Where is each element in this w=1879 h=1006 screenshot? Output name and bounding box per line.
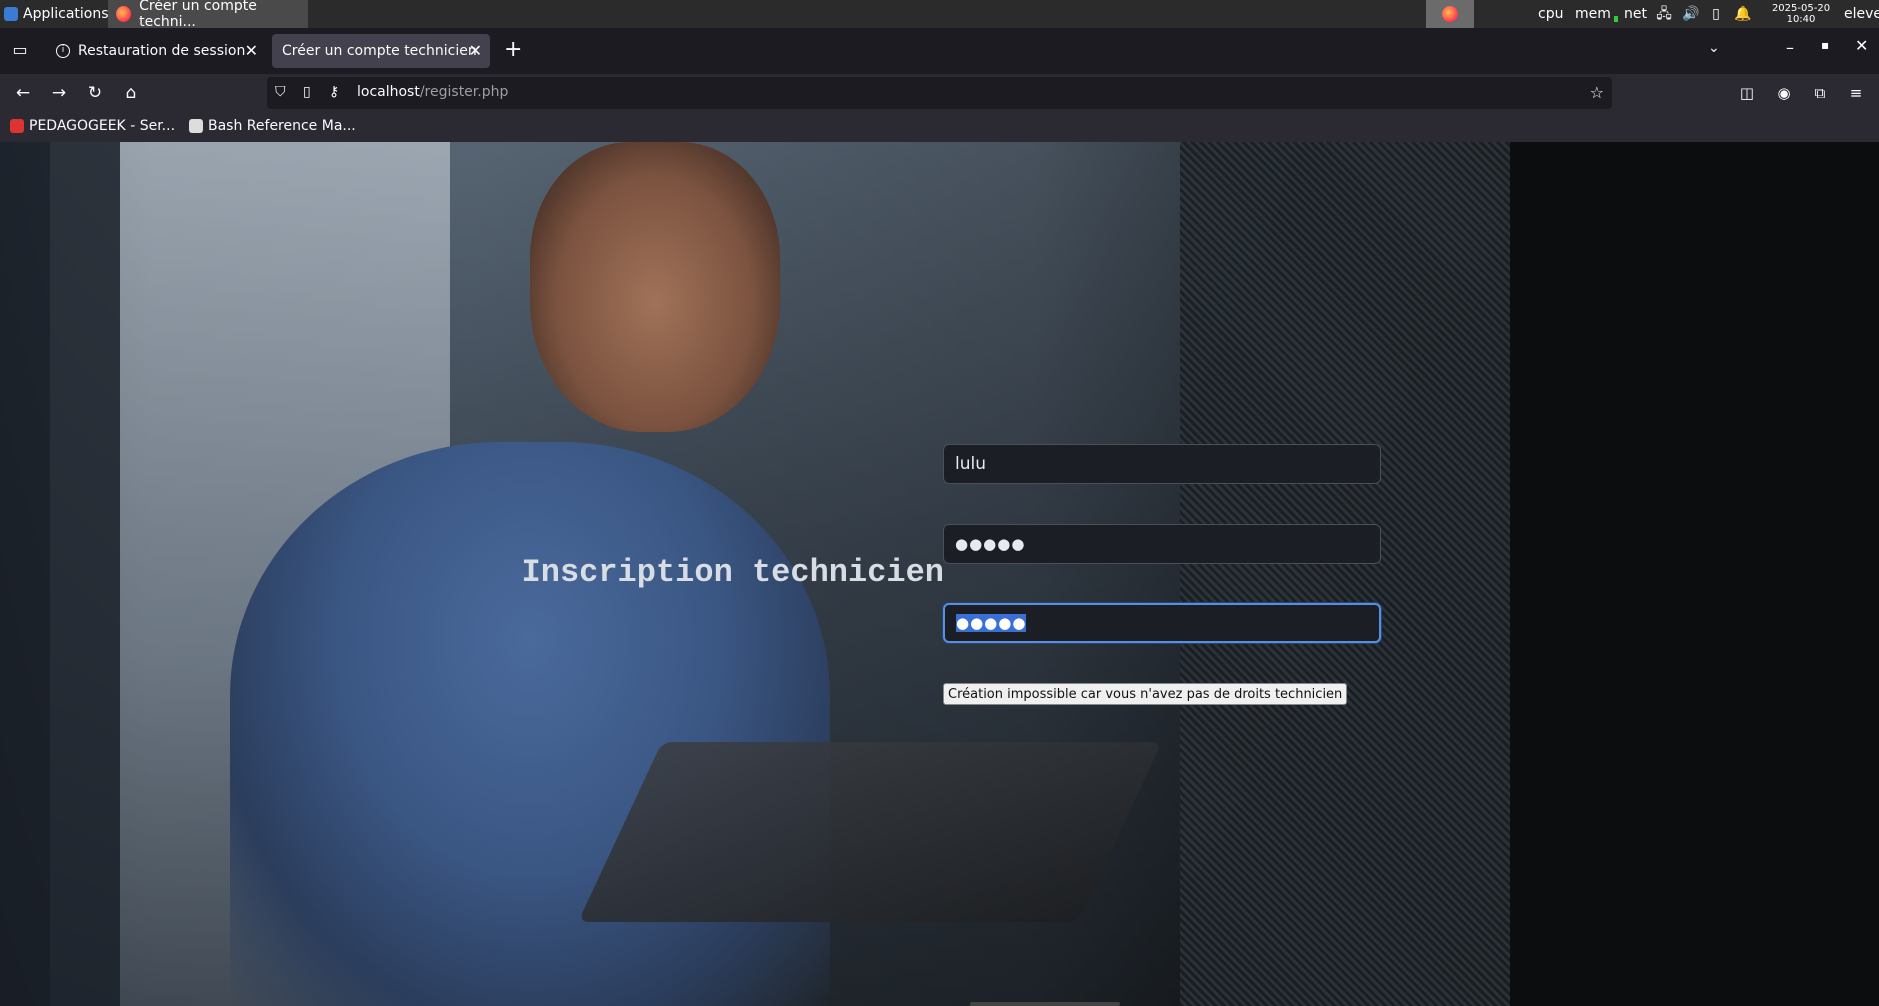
pedagogeek-favicon-icon [10, 119, 24, 133]
tab-restauration-session[interactable]: i Restauration de session ✕ [46, 34, 266, 68]
firefox-icon [116, 6, 132, 22]
account-icon[interactable]: ◉ [1773, 82, 1795, 104]
close-tab-icon[interactable]: ✕ [245, 41, 258, 61]
confirm-password-value: ●●●●● [956, 614, 1027, 632]
volume-icon[interactable]: 🔊 [1682, 6, 1699, 22]
home-icon[interactable]: ⌂ [120, 82, 142, 104]
bookmark-bash-reference[interactable]: Bash Reference Ma... [189, 118, 356, 134]
tab-creer-compte[interactable]: Créer un compte technicien ✕ [272, 34, 490, 68]
shield-icon[interactable]: ⛉ [275, 84, 286, 100]
close-tab-icon[interactable]: ✕ [469, 41, 482, 61]
mem-monitor[interactable]: mem [1575, 0, 1611, 28]
confirm-password-field[interactable]: ●●●●● [943, 603, 1381, 643]
register-page: Inscription technicien lulu ●●●●● ●●●●● … [0, 142, 1879, 1006]
bookmark-label: PEDAGOGEEK - Ser... [29, 118, 176, 134]
battery-icon[interactable]: ▯ [1708, 6, 1724, 22]
bookmark-star-icon[interactable]: ☆ [1590, 83, 1604, 102]
horizontal-scrollbar[interactable] [970, 1002, 1120, 1006]
menu-icon[interactable]: ≡ [1845, 82, 1867, 104]
user-menu[interactable]: eleve [1844, 0, 1879, 28]
bookmarks-toolbar: PEDAGOGEEK - Ser... Bash Reference Ma... [0, 112, 1879, 142]
url-text[interactable]: localhost/register.php [357, 84, 508, 100]
net-monitor[interactable]: net [1624, 0, 1647, 28]
url-host: localhost [357, 84, 420, 100]
new-tab-icon[interactable]: + [504, 38, 522, 62]
key-icon[interactable]: ⚷ [329, 84, 339, 100]
applications-menu[interactable]: Applications [0, 0, 109, 28]
cpu-monitor[interactable]: cpu [1538, 0, 1563, 28]
back-icon[interactable]: ← [12, 82, 34, 104]
reload-icon[interactable]: ↻ [84, 82, 106, 104]
minimize-icon[interactable]: – [1786, 38, 1794, 57]
xfce-logo-icon [4, 7, 18, 21]
taskbar-firefox-launcher[interactable] [1426, 0, 1474, 28]
extensions-icon[interactable]: ⧉ [1809, 82, 1831, 104]
background-photo [0, 142, 120, 1006]
username-field[interactable]: lulu [943, 444, 1381, 484]
browser-tab-bar: ▭ i Restauration de session ✕ Créer un c… [0, 28, 1879, 74]
tab-label: Restauration de session [78, 43, 246, 59]
firefox-view-icon[interactable]: ▭ [10, 40, 30, 60]
submit-button[interactable]: Création impossible car vous n'avez pas … [943, 683, 1348, 705]
password-field[interactable]: ●●●●● [943, 524, 1381, 564]
maximize-icon[interactable]: ▪ [1821, 38, 1829, 52]
bookmark-label: Bash Reference Ma... [208, 118, 356, 134]
forward-icon[interactable]: → [48, 82, 70, 104]
url-bar[interactable]: ⛉ ▯ ⚷ localhost/register.php ☆ [267, 77, 1612, 109]
bookmark-pedagogeek[interactable]: PEDAGOGEEK - Ser... [10, 118, 175, 134]
username-value: lulu [955, 454, 986, 474]
os-taskbar: Applications Créer un compte techni... c… [0, 0, 1879, 30]
password-value: ●●●●● [955, 535, 1026, 553]
background-photo [1180, 142, 1510, 1006]
page-icon[interactable]: ▯ [303, 84, 311, 100]
background-photo [578, 742, 1162, 922]
gnu-favicon-icon [189, 119, 203, 133]
clock-time: 10:40 [1786, 14, 1816, 25]
applications-label: Applications [23, 6, 109, 22]
page-title: Inscription technicien [521, 554, 944, 591]
mem-indicator [1614, 16, 1618, 22]
notification-bell-icon[interactable]: 🔔 [1734, 6, 1751, 22]
background-photo [1510, 142, 1879, 1006]
tab-label: Créer un compte technicien [282, 43, 477, 59]
url-path: /register.php [419, 84, 509, 100]
background-photo [530, 142, 780, 432]
close-window-icon[interactable]: ✕ [1855, 36, 1868, 55]
pocket-icon[interactable]: ◫ [1736, 82, 1758, 104]
clock[interactable]: 2025-05-20 10:40 [1768, 0, 1834, 28]
taskbar-window-button[interactable]: Créer un compte techni... [108, 0, 308, 30]
list-all-tabs-icon[interactable]: ⌄ [1708, 40, 1720, 56]
firefox-icon [1442, 6, 1458, 22]
clock-date: 2025-05-20 [1771, 3, 1831, 14]
taskbar-window-title: Créer un compte techni... [139, 0, 257, 30]
info-icon: i [56, 44, 70, 58]
navigation-toolbar: ← → ↻ ⌂ ⛉ ▯ ⚷ localhost/register.php ☆ ◫… [0, 74, 1879, 112]
network-icon[interactable]: 🖧 [1656, 6, 1672, 22]
system-tray: 🖧 🔊 ▯ 🔔 [1656, 0, 1751, 28]
